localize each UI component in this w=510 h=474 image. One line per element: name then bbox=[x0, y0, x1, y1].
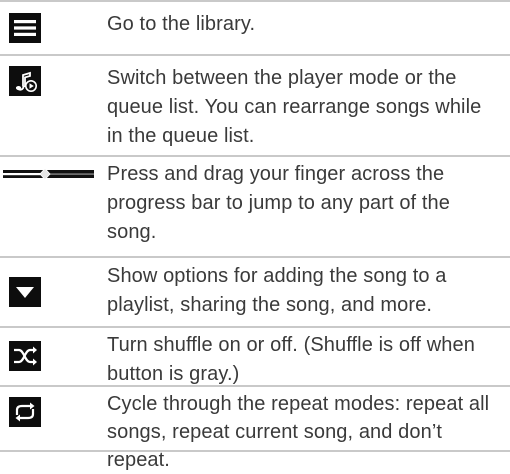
row-description: Press and drag your finger across the pr… bbox=[107, 163, 450, 243]
repeat-icon bbox=[9, 397, 41, 427]
row-description: Go to the library. bbox=[107, 13, 256, 35]
row-description: Cycle through the repeat modes: repeat a… bbox=[107, 393, 490, 471]
table-row: Press and drag your finger across the pr… bbox=[0, 155, 510, 256]
dropdown-triangle-icon bbox=[9, 277, 41, 307]
icon-reference-table: Go to the library. Switch between the pl… bbox=[0, 0, 510, 471]
table-row: Show options for adding the song to a pl… bbox=[0, 256, 510, 326]
progress-bar-icon bbox=[3, 167, 94, 181]
table-row: Cycle through the repeat modes: repeat a… bbox=[0, 385, 510, 471]
menu-icon bbox=[9, 13, 41, 43]
table-row: Go to the library. bbox=[0, 0, 510, 54]
music-note-play-icon bbox=[9, 66, 41, 96]
table-row: Switch between the player mode or the qu… bbox=[0, 54, 510, 155]
row-description: Turn shuffle on or off. (Shuffle is off … bbox=[107, 334, 475, 385]
row-description: Switch between the player mode or the qu… bbox=[107, 67, 482, 147]
table-row: Turn shuffle on or off. (Shuffle is off … bbox=[0, 326, 510, 385]
row-description: Show options for adding the song to a pl… bbox=[107, 265, 447, 316]
shuffle-icon bbox=[9, 341, 41, 371]
